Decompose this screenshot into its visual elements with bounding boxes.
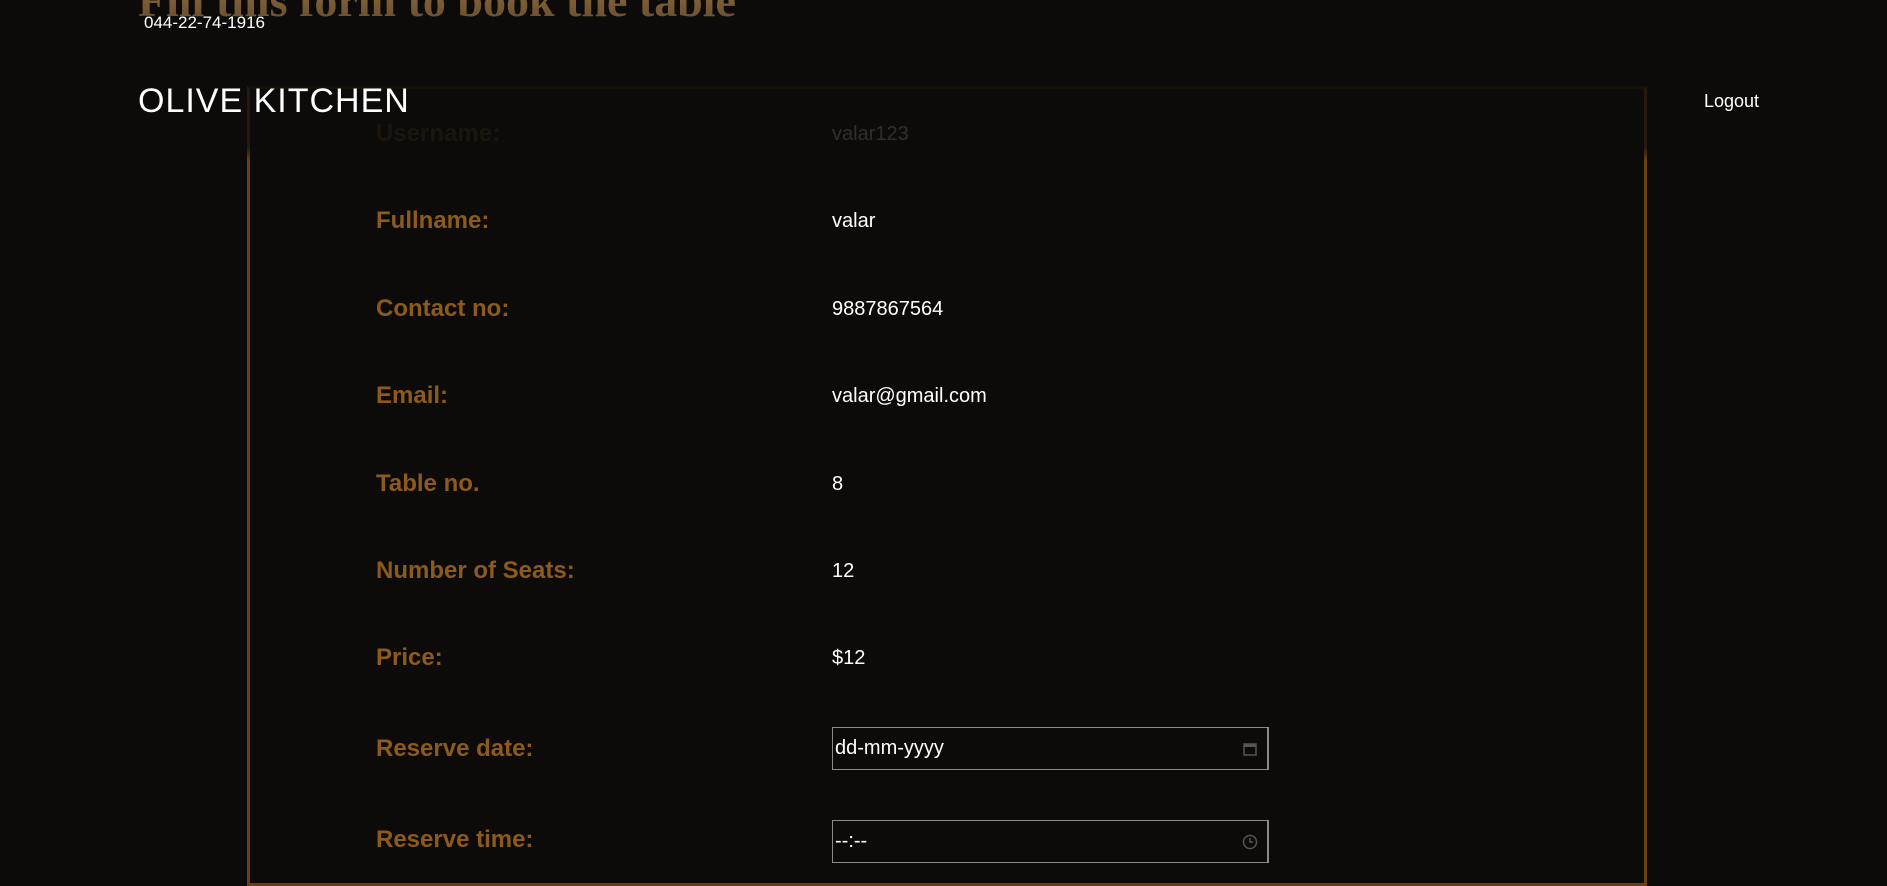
table-no-value: 8 bbox=[832, 473, 844, 495]
email-value: valar@gmail.com bbox=[832, 385, 987, 407]
reserve-time-input[interactable]: --:-- bbox=[832, 820, 1269, 863]
fullname-label: Fullname: bbox=[376, 207, 490, 234]
contact-label: Contact no: bbox=[376, 295, 510, 322]
username-label: Username: bbox=[376, 120, 501, 147]
username-value: valar123 bbox=[832, 123, 909, 145]
calendar-icon[interactable] bbox=[1241, 740, 1259, 758]
logout-link[interactable]: Logout bbox=[1704, 91, 1759, 112]
reserve-date-input[interactable]: dd-mm-yyyy bbox=[832, 727, 1269, 770]
seats-label: Number of Seats: bbox=[376, 557, 575, 584]
table-no-label: Table no. bbox=[376, 470, 480, 497]
email-label: Email: bbox=[376, 382, 449, 409]
brand-logo-text[interactable]: OLIVE KITCHEN bbox=[138, 82, 410, 121]
reserve-date-placeholder: dd-mm-yyyy bbox=[835, 737, 944, 759]
reserve-date-label: Reserve date: bbox=[376, 735, 534, 762]
seats-value: 12 bbox=[832, 560, 855, 582]
fullname-value: valar bbox=[832, 210, 876, 232]
contact-value: 9887867564 bbox=[832, 298, 944, 320]
clock-icon[interactable] bbox=[1241, 833, 1259, 851]
price-value: $12 bbox=[832, 647, 866, 669]
price-label: Price: bbox=[376, 644, 443, 671]
phone-number: 044-22-74-1916 bbox=[144, 13, 265, 32]
